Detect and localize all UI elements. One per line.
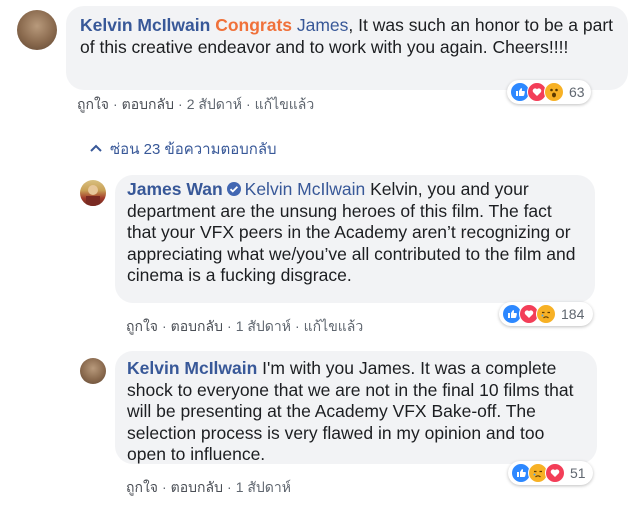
timestamp[interactable]: 2 สัปดาห์ (187, 96, 242, 112)
reactions-summary[interactable]: 63 (507, 80, 591, 104)
like-link[interactable]: ถูกใจ (126, 479, 158, 495)
reply-link[interactable]: ตอบกลับ (122, 96, 174, 112)
avatar[interactable] (17, 10, 57, 50)
reply-bubble: James Wan Kelvin McIlwain Kelvin, you and… (115, 175, 595, 303)
like-link[interactable]: ถูกใจ (77, 96, 109, 112)
comment-bubble: Kelvin McIlwain Congrats James, It was s… (66, 6, 628, 90)
hide-replies-label: ซ่อน 23 ข้อความตอบกลับ (110, 141, 277, 158)
reaction-count: 184 (561, 306, 585, 322)
timestamp[interactable]: 1 สัปดาห์ (236, 318, 291, 334)
like-link[interactable]: ถูกใจ (126, 318, 158, 334)
comment-author[interactable]: James Wan (127, 179, 223, 199)
mention-tag[interactable]: Kelvin McIlwain (245, 179, 366, 199)
avatar[interactable] (80, 358, 106, 384)
comment-actions: ถูกใจ · ตอบกลับ · 1 สัปดาห์ · แก้ไขแล้ว (126, 318, 364, 334)
edited-label[interactable]: แก้ไขแล้ว (255, 96, 315, 112)
timestamp[interactable]: 1 สัปดาห์ (236, 479, 291, 495)
edited-label[interactable]: แก้ไขแล้ว (304, 318, 364, 334)
comment-actions: ถูกใจ · ตอบกลับ · 1 สัปดาห์ (126, 479, 291, 495)
sad-icon (536, 304, 556, 324)
reaction-count: 51 (570, 465, 586, 481)
mention-tag[interactable]: James (297, 15, 349, 35)
love-icon (545, 463, 565, 483)
comment-author[interactable]: Kelvin McIlwain (127, 358, 257, 378)
comment-actions: ถูกใจ · ตอบกลับ · 2 สัปดาห์ · แก้ไขแล้ว (77, 96, 315, 112)
reactions-summary[interactable]: 51 (508, 461, 593, 485)
mention-tag[interactable]: Congrats (215, 15, 292, 35)
reply-bubble: Kelvin McIlwain I'm with you James. It w… (115, 351, 597, 464)
comment-author[interactable]: Kelvin McIlwain (80, 15, 210, 35)
verified-badge-icon (226, 182, 241, 196)
reply-link[interactable]: ตอบกลับ (171, 479, 223, 495)
avatar[interactable] (80, 180, 106, 206)
reaction-count: 63 (569, 84, 585, 100)
wow-icon (544, 82, 564, 102)
reactions-summary[interactable]: 184 (499, 302, 593, 326)
reply-link[interactable]: ตอบกลับ (171, 318, 223, 334)
hide-replies-link[interactable]: ซ่อน 23 ข้อความตอบกลับ (90, 137, 277, 161)
chevron-up-icon (90, 139, 102, 156)
